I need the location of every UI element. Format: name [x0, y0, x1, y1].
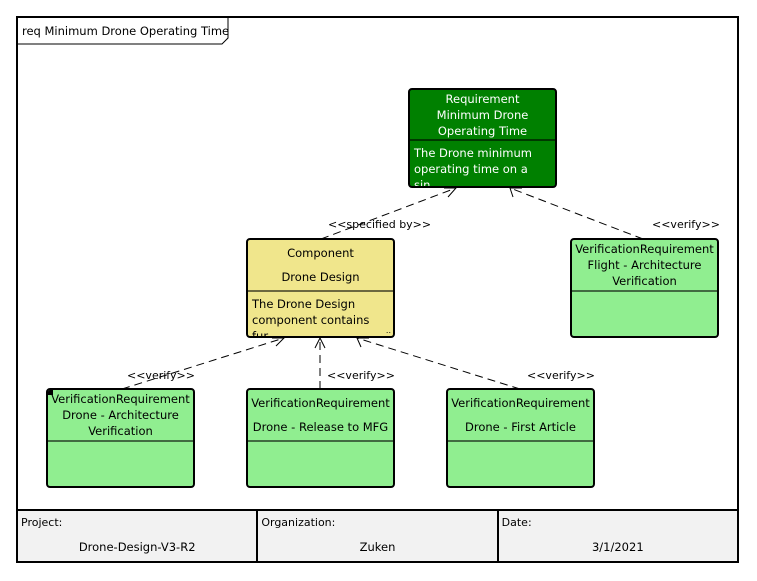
node-verification-drone-architecture[interactable]: VerificationRequirement Drone - Architec… — [46, 388, 195, 488]
node-header: VerificationRequirement Drone - First Ar… — [448, 390, 593, 442]
footer-date: Date: 3/1/2021 — [499, 511, 737, 561]
arrowhead-icon — [272, 337, 286, 347]
arrowhead-icon — [444, 187, 458, 198]
node-description: The Drone minimum operating time on a si… — [410, 141, 555, 188]
selection-marker-icon — [48, 390, 53, 395]
node-stereotype: VerificationRequirement — [575, 242, 714, 256]
edge-specified-by[interactable] — [320, 187, 458, 240]
node-header: VerificationRequirement Flight - Archite… — [572, 240, 717, 292]
node-name: Drone - Release to MFG — [252, 420, 389, 434]
edge-label-verify-arch: <<verify>> — [127, 369, 195, 382]
node-stereotype: Component — [287, 246, 354, 260]
edge-label-verify-release: <<verify>> — [327, 369, 395, 382]
node-description: The Drone Design component contains fur.… — [248, 292, 393, 338]
project-label: Project: — [21, 516, 63, 529]
node-name-line1: Drone - Architecture — [62, 408, 179, 422]
node-name-line2: Verification — [612, 274, 677, 288]
organization-label: Organization: — [261, 516, 336, 529]
description-line1: The Drone minimum — [414, 146, 533, 160]
organization-value: Zuken — [359, 540, 396, 554]
edge-label-specified-by: <<specified by>> — [328, 218, 432, 231]
node-requirement-minimum-drone-operating-time[interactable]: Requirement Minimum Drone Operating Time… — [408, 88, 557, 188]
node-header: Requirement Minimum Drone Operating Time — [410, 90, 555, 141]
date-label: Date: — [501, 516, 532, 529]
node-stereotype: Requirement — [445, 91, 520, 106]
diagram-footer: Project: Drone-Design-V3-R2 Organization… — [16, 509, 739, 563]
node-component-drone-design[interactable]: Component Drone Design The Drone Design … — [246, 238, 395, 338]
node-header: Component Drone Design — [248, 240, 393, 292]
arrowhead-icon — [509, 187, 522, 198]
edge-label-verify-flight: <<verify>> — [652, 218, 720, 231]
description-line2: component contains fur... — [252, 313, 370, 338]
node-stereotype: VerificationRequirement — [451, 396, 590, 410]
node-stereotype: VerificationRequirement — [251, 396, 390, 410]
node-header: VerificationRequirement Drone - Architec… — [48, 390, 193, 442]
node-name-line2: Operating Time — [437, 123, 528, 138]
footer-project: Project: Drone-Design-V3-R2 — [18, 511, 259, 561]
description-line1: The Drone Design — [252, 297, 356, 311]
node-name-line1: Minimum Drone — [436, 107, 529, 122]
node-header: VerificationRequirement Drone - Release … — [248, 390, 393, 442]
edge-label-verify-first-article: <<verify>> — [527, 369, 595, 382]
arrowhead-icon — [356, 337, 369, 348]
node-verification-flight-architecture[interactable]: VerificationRequirement Flight - Archite… — [570, 238, 719, 338]
date-value: 3/1/2021 — [591, 540, 644, 554]
node-stereotype: VerificationRequirement — [51, 392, 190, 406]
node-verification-drone-first-article[interactable]: VerificationRequirement Drone - First Ar… — [446, 388, 595, 488]
edge-verify-flight[interactable] — [509, 187, 644, 240]
edge-verify-release[interactable] — [314, 336, 326, 389]
resize-handle-icon[interactable]: .. — [386, 327, 391, 335]
node-name: Drone Design — [281, 270, 360, 284]
project-value: Drone-Design-V3-R2 — [78, 540, 196, 554]
node-name: Drone - First Article — [465, 420, 576, 434]
node-verification-drone-release-to-mfg[interactable]: VerificationRequirement Drone - Release … — [246, 388, 395, 488]
footer-organization: Organization: Zuken — [258, 511, 499, 561]
node-name-line2: Verification — [88, 424, 153, 438]
description-line2: operating time on a sin... — [414, 162, 528, 188]
node-name-line1: Flight - Architecture — [587, 258, 702, 272]
